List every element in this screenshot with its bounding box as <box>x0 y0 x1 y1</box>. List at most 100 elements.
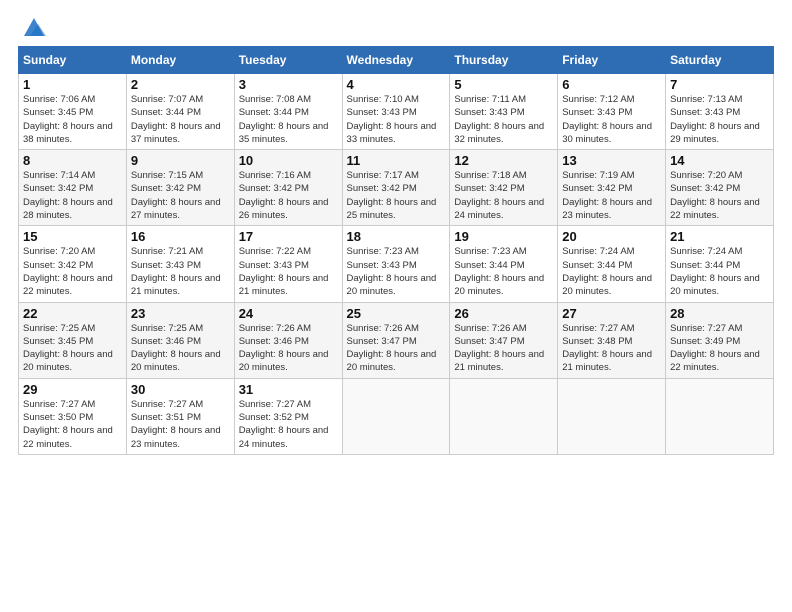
day-info: Sunrise: 7:13 AMSunset: 3:43 PMDaylight:… <box>670 93 769 146</box>
day-number: 1 <box>23 77 122 92</box>
calendar-day-cell: 29Sunrise: 7:27 AMSunset: 3:50 PMDayligh… <box>19 378 127 454</box>
calendar-day-cell: 7Sunrise: 7:13 AMSunset: 3:43 PMDaylight… <box>666 74 774 150</box>
day-number: 21 <box>670 229 769 244</box>
day-number: 20 <box>562 229 661 244</box>
day-number: 11 <box>347 153 446 168</box>
calendar-day-cell: 3Sunrise: 7:08 AMSunset: 3:44 PMDaylight… <box>234 74 342 150</box>
calendar-table: SundayMondayTuesdayWednesdayThursdayFrid… <box>18 46 774 455</box>
day-number: 24 <box>239 306 338 321</box>
day-info: Sunrise: 7:10 AMSunset: 3:43 PMDaylight:… <box>347 93 446 146</box>
calendar-day-cell: 2Sunrise: 7:07 AMSunset: 3:44 PMDaylight… <box>126 74 234 150</box>
calendar-day-cell: 14Sunrise: 7:20 AMSunset: 3:42 PMDayligh… <box>666 150 774 226</box>
calendar-day-cell: 17Sunrise: 7:22 AMSunset: 3:43 PMDayligh… <box>234 226 342 302</box>
day-number: 14 <box>670 153 769 168</box>
day-number: 12 <box>454 153 553 168</box>
day-info: Sunrise: 7:27 AMSunset: 3:48 PMDaylight:… <box>562 322 661 375</box>
calendar-day-cell: 5Sunrise: 7:11 AMSunset: 3:43 PMDaylight… <box>450 74 558 150</box>
calendar-day-cell: 28Sunrise: 7:27 AMSunset: 3:49 PMDayligh… <box>666 302 774 378</box>
day-info: Sunrise: 7:19 AMSunset: 3:42 PMDaylight:… <box>562 169 661 222</box>
calendar-day-cell: 13Sunrise: 7:19 AMSunset: 3:42 PMDayligh… <box>558 150 666 226</box>
calendar-day-cell: 19Sunrise: 7:23 AMSunset: 3:44 PMDayligh… <box>450 226 558 302</box>
day-info: Sunrise: 7:27 AMSunset: 3:50 PMDaylight:… <box>23 398 122 451</box>
calendar-day-header: Saturday <box>666 47 774 74</box>
calendar-day-header: Friday <box>558 47 666 74</box>
day-number: 29 <box>23 382 122 397</box>
calendar-day-cell: 11Sunrise: 7:17 AMSunset: 3:42 PMDayligh… <box>342 150 450 226</box>
calendar-day-cell: 22Sunrise: 7:25 AMSunset: 3:45 PMDayligh… <box>19 302 127 378</box>
day-info: Sunrise: 7:06 AMSunset: 3:45 PMDaylight:… <box>23 93 122 146</box>
logo <box>18 14 48 42</box>
day-number: 2 <box>131 77 230 92</box>
day-info: Sunrise: 7:08 AMSunset: 3:44 PMDaylight:… <box>239 93 338 146</box>
calendar-day-cell: 27Sunrise: 7:27 AMSunset: 3:48 PMDayligh… <box>558 302 666 378</box>
day-number: 9 <box>131 153 230 168</box>
day-number: 28 <box>670 306 769 321</box>
calendar-day-cell: 20Sunrise: 7:24 AMSunset: 3:44 PMDayligh… <box>558 226 666 302</box>
day-info: Sunrise: 7:23 AMSunset: 3:44 PMDaylight:… <box>454 245 553 298</box>
day-number: 23 <box>131 306 230 321</box>
logo-icon <box>20 14 48 42</box>
day-info: Sunrise: 7:25 AMSunset: 3:46 PMDaylight:… <box>131 322 230 375</box>
calendar-day-cell: 8Sunrise: 7:14 AMSunset: 3:42 PMDaylight… <box>19 150 127 226</box>
day-info: Sunrise: 7:15 AMSunset: 3:42 PMDaylight:… <box>131 169 230 222</box>
day-number: 5 <box>454 77 553 92</box>
day-number: 10 <box>239 153 338 168</box>
calendar-day-cell <box>450 378 558 454</box>
day-info: Sunrise: 7:22 AMSunset: 3:43 PMDaylight:… <box>239 245 338 298</box>
day-info: Sunrise: 7:25 AMSunset: 3:45 PMDaylight:… <box>23 322 122 375</box>
calendar-week-row: 1Sunrise: 7:06 AMSunset: 3:45 PMDaylight… <box>19 74 774 150</box>
calendar-day-cell: 16Sunrise: 7:21 AMSunset: 3:43 PMDayligh… <box>126 226 234 302</box>
day-number: 26 <box>454 306 553 321</box>
calendar-day-header: Tuesday <box>234 47 342 74</box>
day-number: 27 <box>562 306 661 321</box>
day-number: 18 <box>347 229 446 244</box>
day-number: 31 <box>239 382 338 397</box>
day-info: Sunrise: 7:26 AMSunset: 3:47 PMDaylight:… <box>454 322 553 375</box>
day-info: Sunrise: 7:07 AMSunset: 3:44 PMDaylight:… <box>131 93 230 146</box>
day-number: 25 <box>347 306 446 321</box>
calendar-day-header: Wednesday <box>342 47 450 74</box>
day-number: 30 <box>131 382 230 397</box>
day-number: 17 <box>239 229 338 244</box>
day-info: Sunrise: 7:24 AMSunset: 3:44 PMDaylight:… <box>670 245 769 298</box>
day-info: Sunrise: 7:18 AMSunset: 3:42 PMDaylight:… <box>454 169 553 222</box>
day-number: 15 <box>23 229 122 244</box>
day-info: Sunrise: 7:27 AMSunset: 3:51 PMDaylight:… <box>131 398 230 451</box>
calendar-day-cell: 24Sunrise: 7:26 AMSunset: 3:46 PMDayligh… <box>234 302 342 378</box>
calendar-day-cell: 31Sunrise: 7:27 AMSunset: 3:52 PMDayligh… <box>234 378 342 454</box>
calendar-day-cell: 15Sunrise: 7:20 AMSunset: 3:42 PMDayligh… <box>19 226 127 302</box>
calendar-week-row: 8Sunrise: 7:14 AMSunset: 3:42 PMDaylight… <box>19 150 774 226</box>
calendar-day-cell <box>342 378 450 454</box>
day-info: Sunrise: 7:11 AMSunset: 3:43 PMDaylight:… <box>454 93 553 146</box>
day-number: 22 <box>23 306 122 321</box>
day-info: Sunrise: 7:26 AMSunset: 3:47 PMDaylight:… <box>347 322 446 375</box>
calendar-day-header: Monday <box>126 47 234 74</box>
day-info: Sunrise: 7:27 AMSunset: 3:49 PMDaylight:… <box>670 322 769 375</box>
calendar-day-cell: 12Sunrise: 7:18 AMSunset: 3:42 PMDayligh… <box>450 150 558 226</box>
day-number: 13 <box>562 153 661 168</box>
day-info: Sunrise: 7:12 AMSunset: 3:43 PMDaylight:… <box>562 93 661 146</box>
day-info: Sunrise: 7:16 AMSunset: 3:42 PMDaylight:… <box>239 169 338 222</box>
day-number: 6 <box>562 77 661 92</box>
calendar-day-cell <box>558 378 666 454</box>
calendar-week-row: 15Sunrise: 7:20 AMSunset: 3:42 PMDayligh… <box>19 226 774 302</box>
calendar-day-cell: 4Sunrise: 7:10 AMSunset: 3:43 PMDaylight… <box>342 74 450 150</box>
day-info: Sunrise: 7:26 AMSunset: 3:46 PMDaylight:… <box>239 322 338 375</box>
day-info: Sunrise: 7:14 AMSunset: 3:42 PMDaylight:… <box>23 169 122 222</box>
calendar-day-cell: 21Sunrise: 7:24 AMSunset: 3:44 PMDayligh… <box>666 226 774 302</box>
calendar-day-cell: 10Sunrise: 7:16 AMSunset: 3:42 PMDayligh… <box>234 150 342 226</box>
calendar-day-cell: 30Sunrise: 7:27 AMSunset: 3:51 PMDayligh… <box>126 378 234 454</box>
day-number: 16 <box>131 229 230 244</box>
day-number: 7 <box>670 77 769 92</box>
calendar-day-header: Thursday <box>450 47 558 74</box>
calendar-day-cell: 23Sunrise: 7:25 AMSunset: 3:46 PMDayligh… <box>126 302 234 378</box>
day-info: Sunrise: 7:20 AMSunset: 3:42 PMDaylight:… <box>670 169 769 222</box>
page-container: SundayMondayTuesdayWednesdayThursdayFrid… <box>0 0 792 465</box>
calendar-day-cell: 26Sunrise: 7:26 AMSunset: 3:47 PMDayligh… <box>450 302 558 378</box>
day-info: Sunrise: 7:20 AMSunset: 3:42 PMDaylight:… <box>23 245 122 298</box>
day-number: 8 <box>23 153 122 168</box>
calendar-day-cell: 18Sunrise: 7:23 AMSunset: 3:43 PMDayligh… <box>342 226 450 302</box>
day-number: 3 <box>239 77 338 92</box>
calendar-day-cell: 6Sunrise: 7:12 AMSunset: 3:43 PMDaylight… <box>558 74 666 150</box>
day-info: Sunrise: 7:24 AMSunset: 3:44 PMDaylight:… <box>562 245 661 298</box>
